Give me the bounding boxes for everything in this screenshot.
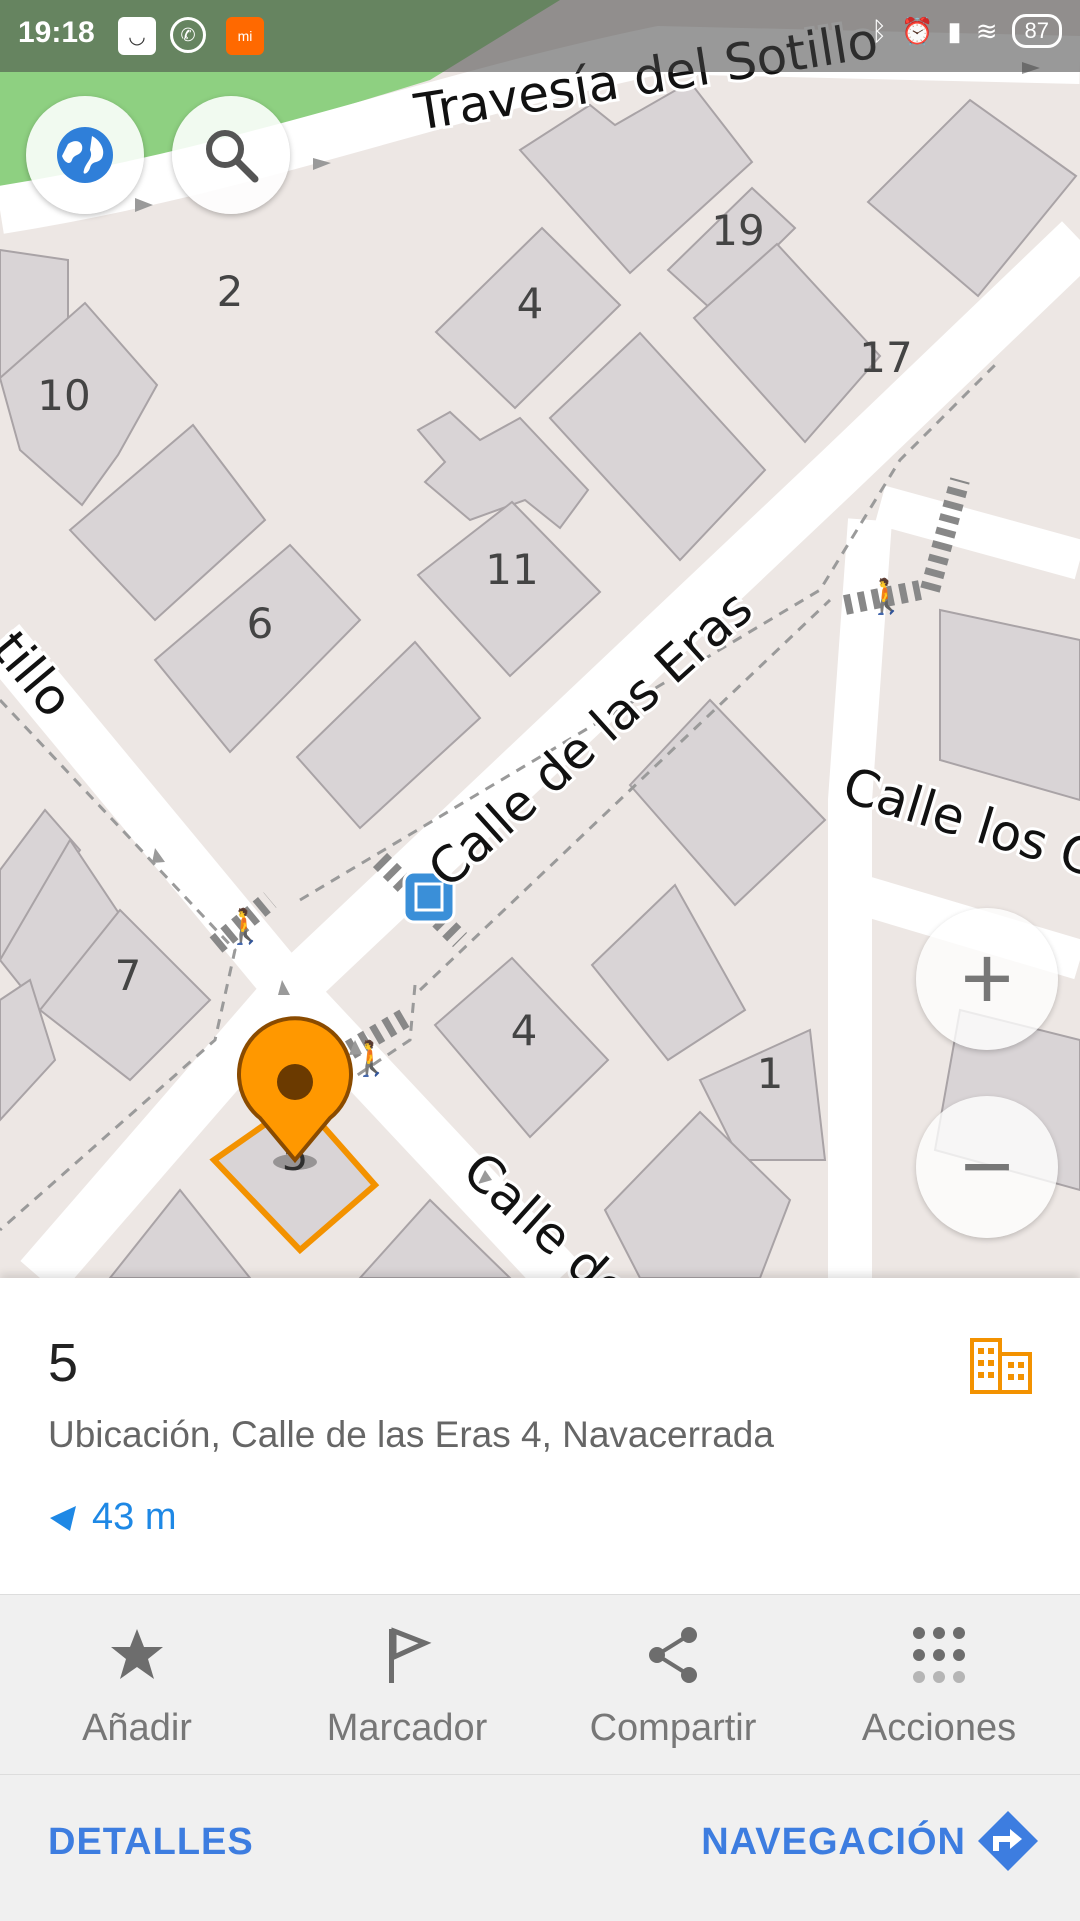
- zoom-in-button[interactable]: +: [916, 908, 1058, 1050]
- details-button[interactable]: DETALLES: [48, 1821, 254, 1864]
- navigation-button[interactable]: NAVEGACIÓN: [701, 1821, 966, 1864]
- actions-label: Acciones: [861, 1707, 1017, 1749]
- navigation-diamond-icon[interactable]: [976, 1809, 1040, 1873]
- zoom-out-button[interactable]: −: [916, 1096, 1058, 1238]
- plus-icon: +: [960, 929, 1014, 1029]
- building-icon: [970, 1338, 1032, 1394]
- minus-icon: −: [960, 1117, 1014, 1217]
- house-number: 17: [859, 333, 912, 382]
- share-icon: [649, 1627, 697, 1683]
- bookmark-button[interactable]: Marcador: [272, 1595, 542, 1775]
- globe-icon: [57, 127, 113, 183]
- status-time: 19:18: [18, 16, 95, 49]
- wifi-icon: ≋: [975, 15, 998, 46]
- share-button[interactable]: Compartir: [538, 1595, 808, 1775]
- map-view[interactable]: 🚶 🚶 🚶 Travesía del Sotillo tillo Calle d…: [0, 0, 1080, 1322]
- svg-text:🚶: 🚶: [350, 1039, 392, 1079]
- place-distance: 43 m: [48, 1496, 176, 1539]
- mi-icon: mi: [226, 17, 264, 55]
- action-bar: Añadir Marcador Compartir Acciones: [0, 1594, 1080, 1775]
- smile-icon: ◡: [118, 17, 156, 55]
- house-number: 19: [711, 206, 764, 255]
- layers-button[interactable]: [26, 96, 144, 214]
- bookmark-label: Marcador: [326, 1707, 488, 1749]
- house-number: 10: [37, 371, 90, 420]
- search-button[interactable]: [172, 96, 290, 214]
- house-number: 4: [517, 279, 544, 328]
- svg-text:🚶: 🚶: [224, 907, 266, 947]
- distance-value: 43 m: [92, 1496, 177, 1538]
- place-title: 5: [48, 1333, 79, 1393]
- bottom-bar: DETALLES NAVEGACIÓN: [0, 1774, 1080, 1921]
- share-label: Compartir: [589, 1707, 757, 1749]
- system-status-icons: ᛒ ⏰ ▮ ≋ 87: [871, 14, 1062, 48]
- house-number: 2: [217, 267, 244, 316]
- house-number: 4: [511, 1006, 538, 1055]
- place-sheet: 5 Ubicación, Calle de las Eras 4, Navace…: [0, 1278, 1080, 1921]
- search-icon: [206, 130, 259, 183]
- alarm-icon: ⏰: [901, 15, 934, 46]
- house-number: 1: [757, 1049, 784, 1098]
- house-number: 11: [485, 545, 538, 594]
- add-button[interactable]: Añadir: [2, 1595, 272, 1775]
- status-bar: 19:18 ◡ ✆ mi ᛒ ⏰ ▮ ≋ 87: [0, 0, 1080, 72]
- star-icon: [111, 1629, 163, 1679]
- whatsapp-icon: ✆: [170, 17, 206, 53]
- flag-icon: [389, 1627, 432, 1683]
- actions-button[interactable]: Acciones: [804, 1595, 1074, 1775]
- svg-text:🚶: 🚶: [865, 577, 907, 617]
- signal-icon: ▮: [947, 15, 962, 46]
- place-address: Ubicación, Calle de las Eras 4, Navacerr…: [48, 1414, 774, 1455]
- direction-arrow-icon: [50, 1505, 76, 1531]
- bluetooth-icon: ᛒ: [871, 15, 888, 46]
- grid-icon: [913, 1627, 965, 1683]
- add-label: Añadir: [82, 1707, 192, 1749]
- house-number: 7: [115, 951, 142, 1000]
- house-number: 6: [247, 599, 274, 648]
- battery-indicator: 87: [1011, 14, 1062, 48]
